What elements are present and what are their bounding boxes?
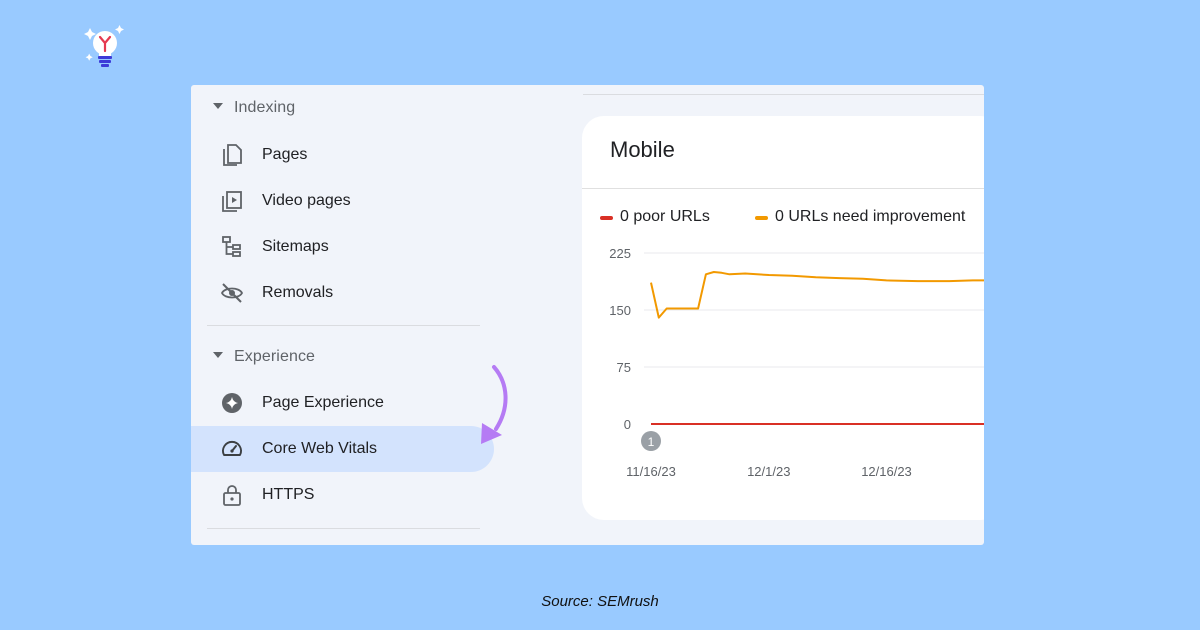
sidebar-item-https[interactable]: HTTPS	[191, 472, 494, 518]
section-title-indexing: Indexing	[234, 99, 296, 116]
pages-icon	[223, 144, 242, 166]
sitemap-icon	[222, 236, 241, 257]
sidebar-item-label: Video pages	[262, 192, 351, 209]
eye-off-icon	[220, 283, 244, 303]
sidebar-item-sitemaps[interactable]: Sitemaps	[191, 224, 494, 270]
y-tick-label: 150	[609, 303, 631, 318]
divider	[207, 528, 480, 529]
url-trend-chart: 225 150 75 0 1 11/16/23 12/1/23 12/16/23	[609, 246, 984, 479]
series-line	[650, 271, 984, 319]
card-title: Mobile	[610, 137, 675, 162]
x-tick-label: 11/16/23	[626, 464, 676, 479]
video-pages-icon	[222, 191, 242, 212]
sidebar-item-label: Sitemaps	[262, 238, 329, 255]
divider	[207, 325, 480, 326]
sidebar-item-page-experience[interactable]: Page Experience	[191, 380, 494, 426]
search-console-panel: Indexing Pages Video pages Sitemaps Remo…	[191, 85, 984, 545]
legend-swatch	[600, 216, 613, 220]
sidebar-item-removals[interactable]: Removals	[191, 270, 494, 316]
x-tick-label: 12/1/23	[747, 464, 790, 479]
divider	[583, 94, 984, 95]
x-tick-label: 12/16/23	[861, 464, 912, 479]
section-title-experience: Experience	[234, 348, 316, 365]
source-caption: Source: SEMrush	[541, 593, 659, 610]
mobile-report-card: Mobile 0 poor URLs 0 URLs need improveme…	[582, 116, 984, 520]
page-experience-icon	[222, 393, 242, 413]
sidebar-item-core-web-vitals[interactable]: Core Web Vitals	[191, 426, 494, 472]
speedometer-icon	[222, 441, 242, 456]
caret-down-icon	[213, 352, 223, 358]
pointer-arrow-icon	[481, 365, 508, 444]
lightbulb-logo-icon	[84, 25, 124, 67]
sidebar-item-label: Page Experience	[262, 394, 384, 411]
legend-label: 0 URLs need improvement	[775, 208, 966, 225]
sidebar-item-label: HTTPS	[262, 486, 315, 503]
divider	[582, 188, 984, 189]
lock-icon	[223, 485, 241, 506]
sidebar-item-pages[interactable]: Pages	[191, 132, 494, 178]
sidebar-item-label: Removals	[262, 284, 334, 301]
sidebar-item-label: Pages	[262, 146, 308, 163]
y-tick-label: 225	[609, 246, 631, 261]
y-tick-label: 0	[624, 417, 631, 432]
legend-label: 0 poor URLs	[620, 208, 710, 225]
annotation-label: 1	[648, 435, 655, 449]
sidebar-item-label: Core Web Vitals	[262, 440, 378, 457]
legend-swatch	[755, 216, 768, 220]
y-tick-label: 75	[617, 360, 631, 375]
caret-down-icon	[213, 103, 223, 109]
sidebar-item-video-pages[interactable]: Video pages	[191, 178, 494, 224]
